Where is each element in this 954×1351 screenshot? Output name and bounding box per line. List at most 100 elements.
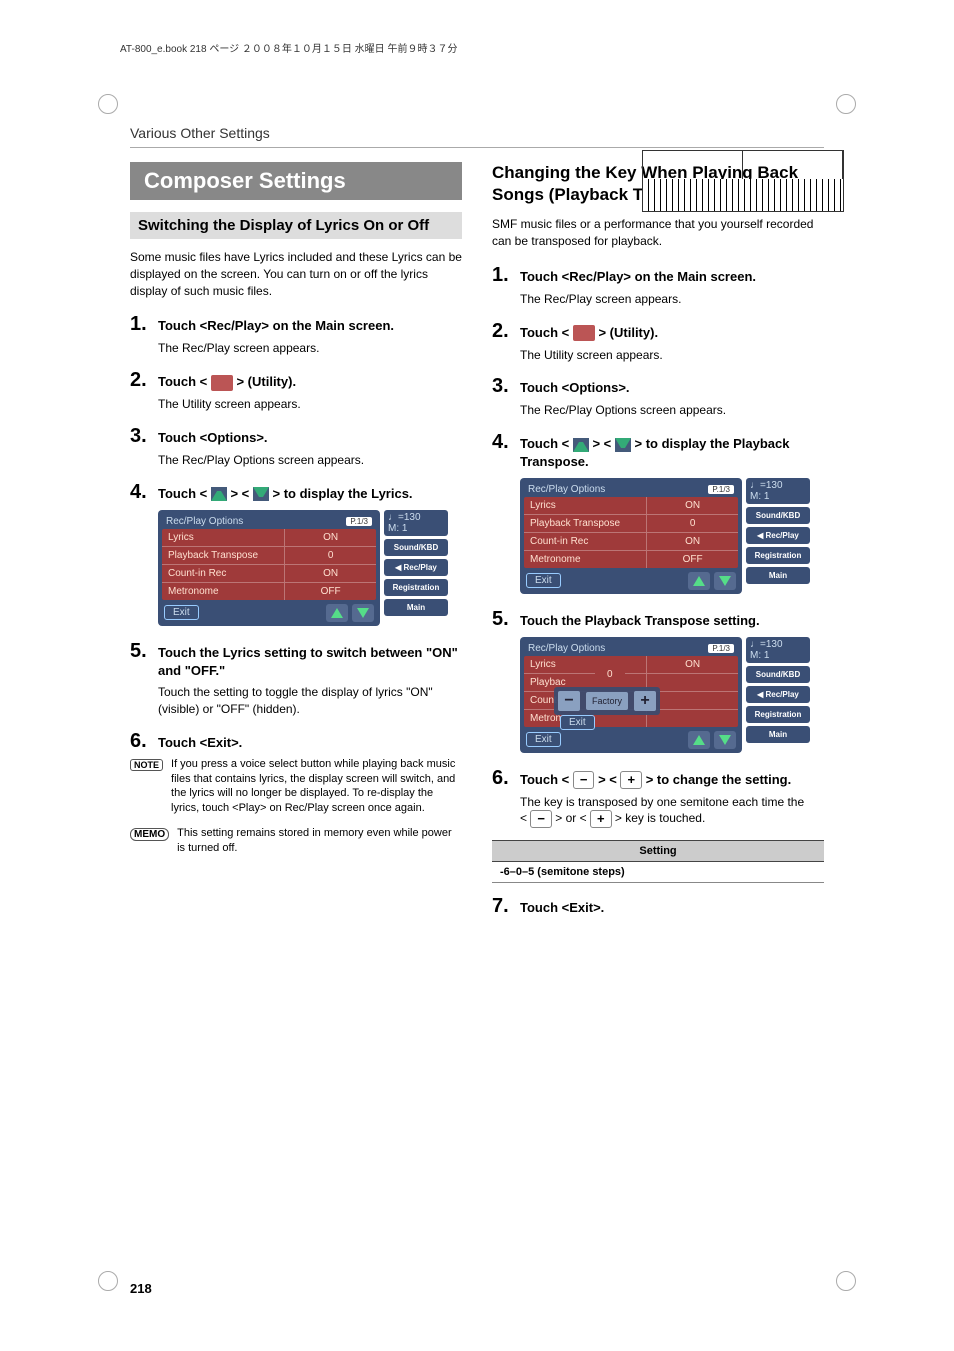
option-value[interactable]: OFF — [284, 583, 376, 600]
option-value[interactable] — [646, 674, 738, 691]
down-button[interactable] — [714, 731, 736, 749]
up-button[interactable] — [688, 572, 710, 590]
step-title: Touch < > (Utility). — [520, 320, 658, 342]
crop-mark-icon — [836, 94, 856, 114]
memo-text: This setting remains stored in memory ev… — [177, 826, 462, 856]
page-indicator: P.1/3 — [708, 644, 734, 653]
step-body: Touch the setting to toggle the display … — [158, 684, 462, 718]
step-number: 5. — [130, 640, 158, 663]
exit-button[interactable]: Exit — [526, 573, 561, 588]
step-number: 7. — [492, 895, 520, 918]
down-arrow-icon — [615, 438, 631, 452]
step-title: Touch <Options>. — [158, 425, 268, 447]
intro-text: Some music files have Lyrics included an… — [130, 249, 462, 299]
keyboard-illustration — [642, 150, 844, 212]
popup-value: 0 — [595, 667, 625, 682]
option-label: Metronome — [524, 551, 646, 568]
exit-button[interactable]: Exit — [164, 605, 199, 620]
rec-play-options-popup-screenshot: Rec/Play Options P.1/3 LyricsON Playbac … — [520, 637, 810, 753]
section-heading: Composer Settings — [130, 162, 462, 200]
tempo-display: ♩=130M: 1 — [746, 478, 810, 504]
minus-key-icon: − — [530, 810, 552, 828]
plus-key-icon: + — [620, 771, 642, 789]
up-button[interactable] — [326, 604, 348, 622]
down-button[interactable] — [714, 572, 736, 590]
step-number: 3. — [492, 375, 520, 398]
option-value[interactable]: OFF — [646, 551, 738, 568]
side-button-sound[interactable]: Sound/KBD — [746, 666, 810, 683]
step-number: 3. — [130, 425, 158, 448]
memo-badge: MEMO — [130, 828, 169, 841]
side-button-recplay[interactable]: ◀ Rec/Play — [384, 559, 448, 576]
crop-mark-icon — [98, 94, 118, 114]
step-title: Touch the Lyrics setting to switch betwe… — [158, 640, 462, 680]
factory-button[interactable]: Factory — [586, 692, 628, 710]
rec-play-options-screenshot: Rec/Play Options P.1/3 LyricsON Playback… — [158, 510, 448, 626]
step-number: 4. — [130, 481, 158, 504]
step-title: Touch < > < > to display the Playback Tr… — [520, 431, 824, 471]
value-popup: − Factory + — [554, 687, 660, 715]
step-body: The Utility screen appears. — [520, 347, 824, 364]
crop-mark-icon — [836, 1271, 856, 1291]
option-label: Playback Transpose — [524, 515, 646, 532]
side-button-sound[interactable]: Sound/KBD — [384, 539, 448, 556]
option-value[interactable]: ON — [646, 533, 738, 550]
right-column: Changing the Key When Playing Back Songs… — [492, 162, 824, 922]
up-button[interactable] — [688, 731, 710, 749]
side-button-registration[interactable]: Registration — [384, 579, 448, 596]
side-button-sound[interactable]: Sound/KBD — [746, 507, 810, 524]
tempo-display: ♩=130M: 1 — [746, 637, 810, 663]
step-number: 6. — [130, 730, 158, 753]
step-number: 2. — [130, 369, 158, 392]
setting-table: Setting -6–0–5 (semitone steps) — [492, 840, 824, 883]
subsection-heading: Switching the Display of Lyrics On or Of… — [130, 212, 462, 239]
screen-title: Rec/Play Options — [528, 643, 605, 654]
step-number: 1. — [130, 313, 158, 336]
plus-key-icon: + — [590, 810, 612, 828]
step-number: 2. — [492, 320, 520, 343]
side-button-recplay[interactable]: ◀ Rec/Play — [746, 686, 810, 703]
option-value[interactable]: 0 — [284, 547, 376, 564]
side-button-main[interactable]: Main — [746, 726, 810, 743]
minus-button[interactable]: − — [558, 691, 580, 711]
step-title: Touch <Exit>. — [520, 895, 604, 917]
side-button-recplay[interactable]: ◀ Rec/Play — [746, 527, 810, 544]
down-button[interactable] — [352, 604, 374, 622]
rec-play-options-screenshot: Rec/Play Options P.1/3 LyricsON Playback… — [520, 478, 810, 594]
option-label: Metronome — [162, 583, 284, 600]
left-column: Composer Settings Switching the Display … — [130, 162, 462, 922]
utility-icon — [211, 375, 233, 391]
side-button-registration[interactable]: Registration — [746, 547, 810, 564]
note-text: If you press a voice select button while… — [171, 757, 462, 816]
option-value[interactable] — [646, 710, 738, 727]
option-value[interactable]: ON — [284, 565, 376, 582]
tempo-display: ♩=130M: 1 — [384, 510, 448, 536]
option-label: Count-in Rec — [524, 533, 646, 550]
side-button-registration[interactable]: Registration — [746, 706, 810, 723]
header-stamp: AT-800_e.book 218 ページ ２００８年１０月１５日 水曜日 午前… — [120, 40, 894, 55]
option-value[interactable]: 0 — [646, 515, 738, 532]
utility-icon — [573, 325, 595, 341]
plus-button[interactable]: + — [634, 691, 656, 711]
step-body: The Rec/Play Options screen appears. — [158, 452, 462, 469]
option-label: Count-in Rec — [162, 565, 284, 582]
up-arrow-icon — [573, 438, 589, 452]
setting-header: Setting — [492, 841, 824, 862]
step-title: Touch <Exit>. — [158, 730, 242, 752]
exit-button[interactable]: Exit — [526, 732, 561, 747]
side-button-main[interactable]: Main — [746, 567, 810, 584]
step-title: Touch < − > < + > to change the setting. — [520, 767, 791, 790]
option-label: Playback Transpose — [162, 547, 284, 564]
option-label: Lyrics — [524, 656, 646, 673]
step-body: The Rec/Play screen appears. — [520, 291, 824, 308]
popup-exit-button[interactable]: Exit — [560, 715, 595, 730]
step-number: 5. — [492, 608, 520, 631]
step-title: Touch < > (Utility). — [158, 369, 296, 391]
minus-key-icon: − — [573, 771, 595, 789]
option-value[interactable]: ON — [284, 529, 376, 546]
option-value[interactable]: ON — [646, 497, 738, 514]
option-label: Lyrics — [162, 529, 284, 546]
side-button-main[interactable]: Main — [384, 599, 448, 616]
step-title: Touch <Options>. — [520, 375, 630, 397]
option-value[interactable]: ON — [646, 656, 738, 673]
